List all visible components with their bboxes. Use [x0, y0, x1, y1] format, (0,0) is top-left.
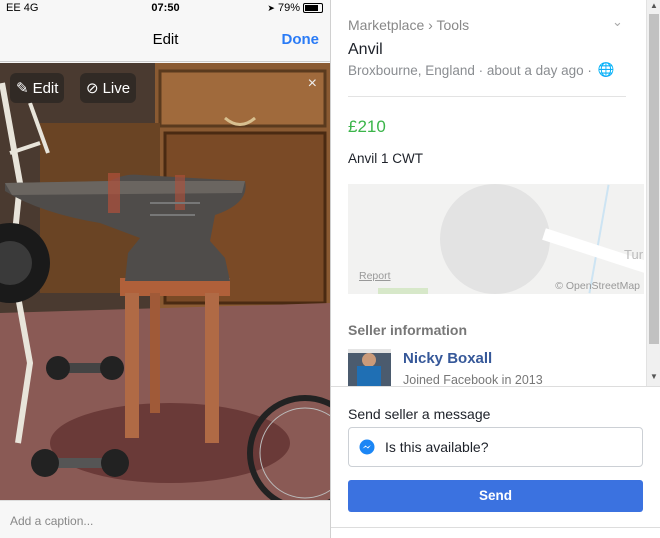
map-river [588, 184, 610, 294]
message-heading: Send seller a message [348, 406, 491, 422]
seller-heading: Seller information [348, 322, 468, 338]
magic-wand-icon: ✎ [16, 80, 29, 97]
listing-details: Marketplace › Tools ⌄ Anvil Broxbourne, … [331, 0, 660, 386]
scroll-up-icon[interactable]: ▲ [647, 1, 660, 10]
app-root: EE 4G 07:50 ➤ 79% Edit Done ✎ Edit ⊘ Liv… [0, 0, 660, 538]
live-label: Live [102, 79, 131, 97]
seller-name-link[interactable]: Nicky Boxall [403, 350, 492, 367]
done-button[interactable]: Done [282, 31, 320, 48]
message-text: Is this available? [385, 439, 489, 455]
listing-price: £210 [348, 117, 386, 136]
send-button[interactable]: Send [348, 480, 643, 512]
phone-screenshot: EE 4G 07:50 ➤ 79% Edit Done ✎ Edit ⊘ Liv… [0, 0, 331, 538]
location-map[interactable]: Tur Report © OpenStreetMap [348, 184, 644, 294]
map-park [378, 288, 428, 294]
battery-icon [303, 3, 323, 13]
messenger-icon [359, 439, 375, 455]
message-section: Send seller a message Is this available?… [331, 386, 660, 538]
location-text: Broxbourne, England · about a day ago · [348, 62, 592, 78]
battery-percent: 79% [277, 2, 300, 14]
breadcrumb[interactable]: Marketplace › Tools [348, 17, 469, 33]
scrollbar-thumb[interactable] [649, 14, 659, 344]
map-attribution[interactable]: © OpenStreetMap [555, 280, 640, 292]
status-bar: EE 4G 07:50 ➤ 79% [0, 0, 330, 18]
nav-bar: Edit Done [0, 20, 330, 62]
location-arrow-icon: ➤ [267, 2, 275, 13]
battery-indicator: ➤ 79% [267, 2, 323, 14]
map-report-link[interactable]: Report [359, 270, 391, 282]
close-icon[interactable]: × [308, 75, 317, 93]
caption-input[interactable]: Add a caption... [0, 500, 330, 538]
globe-icon: 🌐 [597, 62, 615, 77]
seller-joined: Joined Facebook in 2013 [403, 373, 543, 386]
listing-location: Broxbourne, England · about a day ago · … [348, 62, 615, 78]
map-town-label: Tur [624, 247, 644, 262]
photo-edit-button[interactable]: ✎ Edit [10, 73, 65, 103]
live-photo-toggle[interactable]: ⊘ Live [80, 73, 137, 103]
map-area-circle [440, 184, 550, 294]
divider [331, 527, 660, 528]
photo-edit-label: Edit [32, 79, 59, 97]
scrollbar[interactable]: ▲ ▼ [646, 0, 660, 386]
scroll-down-icon[interactable]: ▼ [647, 372, 660, 381]
live-off-icon: ⊘ [86, 80, 99, 97]
listing-title: Anvil [348, 41, 383, 58]
divider [348, 96, 626, 97]
anvil-photo-illustration [0, 63, 330, 500]
listing-photo[interactable]: ✎ Edit ⊘ Live × [0, 63, 330, 500]
message-input[interactable]: Is this available? [348, 427, 643, 467]
chevron-down-icon[interactable]: ⌄ [612, 14, 623, 30]
marketplace-panel: Marketplace › Tools ⌄ Anvil Broxbourne, … [331, 0, 660, 538]
listing-description: Anvil 1 CWT [348, 151, 424, 166]
avatar[interactable] [348, 349, 391, 386]
